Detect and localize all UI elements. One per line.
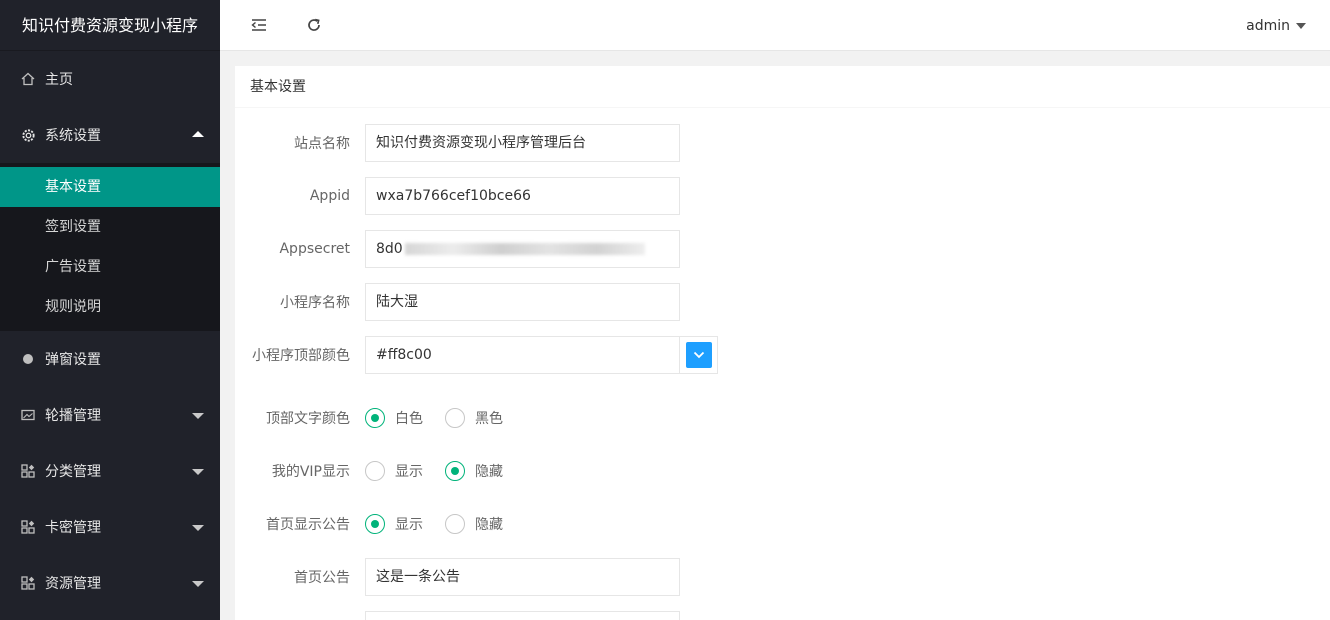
- nav-system-settings-label: 系统设置: [45, 128, 101, 144]
- home-icon: [20, 71, 36, 87]
- row-notice-show: 首页显示公告 显示 隐藏: [235, 505, 525, 543]
- nav-category-label: 分类管理: [45, 464, 101, 480]
- card-title: 基本设置: [235, 66, 1330, 108]
- radio-unchecked-icon: [445, 514, 465, 534]
- notice-input[interactable]: 这是一条公告: [365, 558, 680, 596]
- sidebar: 知识付费资源变现小程序 主页 系统设置 基本设置 签到设置 广告设置 规则说明 …: [0, 0, 220, 620]
- nav-popup-settings-label: 弹窗设置: [45, 352, 101, 368]
- nav-carousel-label: 轮播管理: [45, 408, 101, 424]
- radio-notice-show[interactable]: 显示: [365, 514, 423, 534]
- nav-resources-label: 资源管理: [45, 576, 101, 592]
- row-vip: 我的VIP显示 显示 隐藏: [235, 452, 525, 490]
- refresh-icon: [308, 18, 320, 31]
- vip-label: 我的VIP显示: [271, 464, 350, 480]
- radio-text-black[interactable]: 黑色: [445, 408, 503, 428]
- subnav-signin-settings[interactable]: 签到设置: [0, 207, 220, 247]
- radio-unchecked-icon: [445, 408, 465, 428]
- appid-input[interactable]: wxa7b766cef10bce66: [365, 177, 680, 215]
- chevron-up-icon: [192, 131, 204, 137]
- radio-notice-hide[interactable]: 隐藏: [445, 514, 503, 534]
- mp-name-input[interactable]: 陆大湿: [365, 283, 680, 321]
- user-name: admin: [1246, 17, 1290, 34]
- collapse-sidebar-button[interactable]: [248, 14, 270, 36]
- image-icon: [20, 407, 36, 423]
- top-color-label: 小程序顶部颜色: [252, 348, 350, 364]
- nav-home-label: 主页: [45, 72, 73, 88]
- redacted-blur: [404, 243, 645, 255]
- nav-category[interactable]: 分类管理: [0, 443, 220, 499]
- grid-icon: [20, 575, 36, 591]
- row-mp-name: 小程序名称 陆大湿: [235, 283, 680, 321]
- appsecret-input[interactable]: 8d0: [365, 230, 680, 268]
- chevron-down-icon: [192, 525, 204, 531]
- chevron-down-icon: [192, 469, 204, 475]
- nav-card-keys[interactable]: 卡密管理: [0, 499, 220, 555]
- gear-icon: [20, 127, 36, 143]
- appsecret-visible-text: 8d0: [376, 241, 403, 257]
- row-text-color: 顶部文字颜色 白色 黑色: [235, 399, 525, 437]
- radio-text-white[interactable]: 白色: [365, 408, 423, 428]
- row-appid: Appid wxa7b766cef10bce66: [235, 177, 680, 215]
- nav-card-keys-label: 卡密管理: [45, 520, 101, 536]
- subnav-rules[interactable]: 规则说明: [0, 287, 220, 327]
- appsecret-label: Appsecret: [279, 241, 350, 257]
- radio-vip-show[interactable]: 显示: [365, 461, 423, 481]
- row-next-partial: [235, 611, 680, 620]
- radio-checked-icon: [365, 408, 385, 428]
- row-top-color: 小程序顶部颜色 #ff8c00: [235, 336, 718, 374]
- menu-fold-icon: [251, 19, 266, 31]
- row-site-name: 站点名称 知识付费资源变现小程序管理后台: [235, 124, 680, 162]
- appid-label: Appid: [309, 188, 350, 204]
- site-name-label: 站点名称: [294, 136, 350, 152]
- notice-show-label: 首页显示公告: [266, 517, 350, 533]
- subnav-basic-settings[interactable]: 基本设置: [0, 167, 220, 207]
- text-color-label: 顶部文字颜色: [266, 411, 350, 427]
- grid-icon: [20, 519, 36, 535]
- user-menu[interactable]: admin: [1246, 0, 1306, 51]
- top-header: admin: [220, 0, 1330, 51]
- color-picker-button[interactable]: [680, 336, 718, 374]
- notice-label: 首页公告: [294, 570, 350, 586]
- nav-carousel[interactable]: 轮播管理: [0, 387, 220, 443]
- mp-name-label: 小程序名称: [280, 295, 350, 311]
- chevron-down-icon: [192, 413, 204, 419]
- subnav-ad-settings[interactable]: 广告设置: [0, 247, 220, 287]
- nav-resources[interactable]: 资源管理: [0, 555, 220, 611]
- refresh-button[interactable]: [303, 14, 325, 36]
- grid-icon: [20, 463, 36, 479]
- radio-checked-icon: [365, 514, 385, 534]
- color-swatch: [685, 342, 712, 368]
- site-name-input[interactable]: 知识付费资源变现小程序管理后台: [365, 124, 680, 162]
- next-field-input[interactable]: [365, 611, 680, 620]
- nav-system-settings[interactable]: 系统设置: [0, 107, 220, 163]
- caret-down-icon: [1296, 22, 1306, 29]
- radio-checked-icon: [445, 461, 465, 481]
- system-settings-submenu: 基本设置 签到设置 广告设置 规则说明: [0, 163, 220, 331]
- dot-icon: [20, 351, 36, 367]
- radio-vip-hide[interactable]: 隐藏: [445, 461, 503, 481]
- radio-unchecked-icon: [365, 461, 385, 481]
- settings-card: 基本设置 站点名称 知识付费资源变现小程序管理后台 Appid wxa7b766…: [235, 66, 1330, 620]
- top-color-input[interactable]: #ff8c00: [365, 336, 680, 374]
- row-appsecret: Appsecret 8d0: [235, 230, 680, 268]
- app-title: 知识付费资源变现小程序: [0, 0, 220, 51]
- nav-home[interactable]: 主页: [0, 51, 220, 107]
- nav-popup-settings[interactable]: 弹窗设置: [0, 331, 220, 387]
- chevron-down-icon: [693, 351, 704, 359]
- chevron-down-icon: [192, 581, 204, 587]
- row-notice: 首页公告 这是一条公告: [235, 558, 680, 596]
